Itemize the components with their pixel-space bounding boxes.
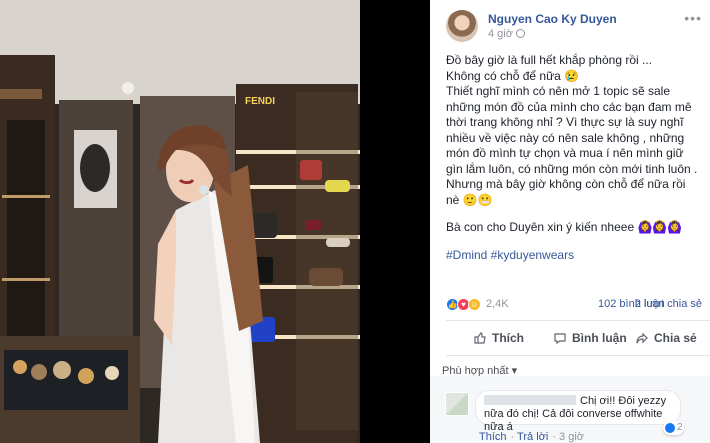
- author-name[interactable]: Nguyen Cao Ky Duyen: [488, 12, 617, 26]
- comment-like-link[interactable]: Thích: [479, 431, 507, 443]
- commenter-avatar[interactable]: [445, 392, 469, 416]
- caption-paragraph: Đồ bây giờ là full hết khắp phòng rồi ..…: [446, 53, 698, 207]
- post-header: Nguyen Cao Ky Duyen 4 giờ •••: [446, 10, 706, 44]
- comment-bubble: Chị ơi!! Đôi yezzy nữa đó chị! Cả đôi co…: [475, 390, 681, 433]
- comment-like-count[interactable]: 2: [663, 421, 684, 435]
- like-button[interactable]: Thích: [474, 331, 524, 345]
- hashtags[interactable]: #Dmind #kyduyenwears: [446, 248, 701, 264]
- comment-reply-link[interactable]: Trả lời: [517, 431, 548, 443]
- comment-list: Chị ơi!! Đôi yezzy nữa đó chị! Cả đôi co…: [430, 376, 710, 443]
- like-icon: [474, 332, 486, 344]
- post-caption: Đồ bây giờ là full hết khắp phòng rồi ..…: [446, 53, 701, 275]
- comment-actions: Thích · Trả lời · 3 giờ: [479, 431, 584, 443]
- caption-paragraph: Bà con cho Duyên xin ý kiến nheee 🙆‍♀️🙆‍…: [446, 220, 683, 234]
- globe-icon: [515, 29, 525, 38]
- haha-icon: ☺: [468, 298, 481, 311]
- more-icon[interactable]: •••: [684, 10, 702, 26]
- reaction-summary[interactable]: 👍 ♥ ☺ 2,4K 102 bình luận 2 lượt chia sẻ: [446, 298, 706, 314]
- share-count[interactable]: 2 lượt chia sẻ: [635, 298, 702, 310]
- post-side-panel: Nguyen Cao Ky Duyen 4 giờ ••• Đồ bây giờ…: [430, 0, 710, 443]
- author-avatar[interactable]: [446, 10, 478, 42]
- post-time[interactable]: 4 giờ: [488, 28, 525, 40]
- post-photo: FENDI: [0, 0, 360, 443]
- commenter-name-redacted[interactable]: [484, 395, 576, 405]
- share-icon: [636, 332, 648, 344]
- lightbox-gap: [360, 0, 430, 443]
- reaction-count[interactable]: 2,4K: [486, 298, 509, 310]
- comment-icon: [554, 333, 566, 344]
- comment-time[interactable]: 3 giờ: [559, 431, 584, 443]
- comment-button[interactable]: Bình luận: [554, 331, 627, 345]
- post-actions: Thích Bình luận Chia sẻ: [446, 320, 710, 356]
- like-icon: [665, 423, 675, 433]
- shop-sign: FENDI: [245, 96, 275, 107]
- fashion-closet-photo: FENDI: [0, 0, 360, 443]
- share-button[interactable]: Chia sẻ: [636, 331, 697, 345]
